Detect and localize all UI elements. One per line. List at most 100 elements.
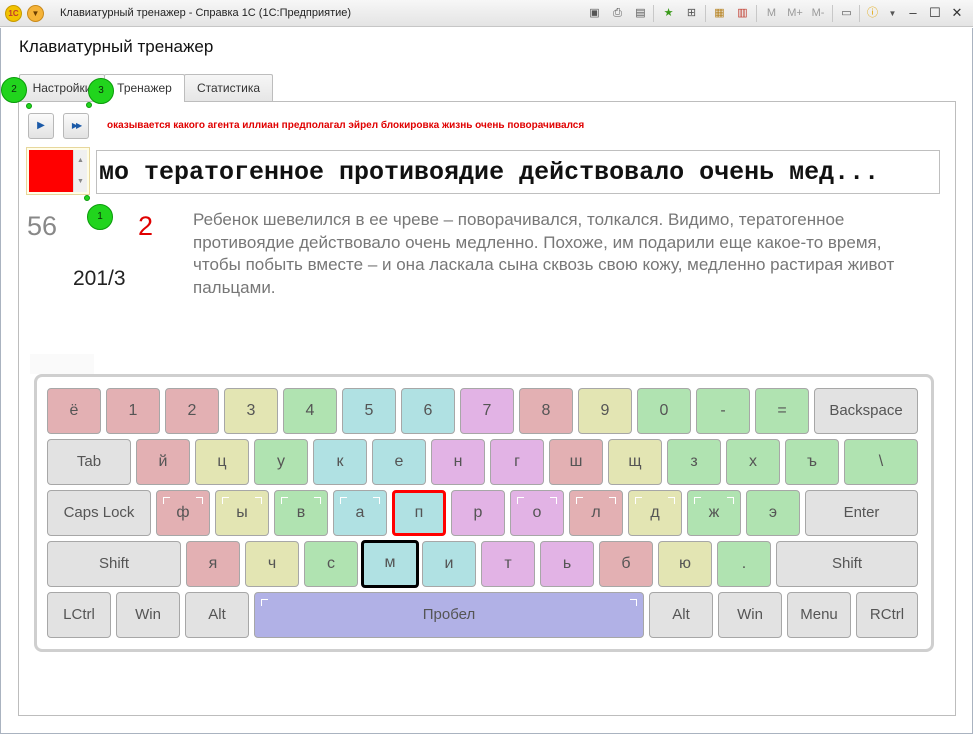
scroll-up-icon[interactable]: ▲	[74, 150, 87, 171]
print-icon[interactable]: ⎙	[609, 5, 626, 22]
key-right-shift[interactable]: Shift	[776, 541, 918, 587]
toolbar-separator	[653, 5, 654, 22]
toolbar-separator	[859, 5, 860, 22]
key-6[interactable]: 6	[401, 388, 455, 434]
speed-counter: 56	[27, 211, 58, 241]
key-ts[interactable]: ц	[195, 439, 249, 485]
key-4[interactable]: 4	[283, 388, 337, 434]
preview-icon[interactable]: ▤	[632, 5, 649, 22]
key-tab[interactable]: Tab	[47, 439, 131, 485]
key-8[interactable]: 8	[519, 388, 573, 434]
window-title: Клавиатурный тренажер - Справка 1С (1С:П…	[60, 7, 352, 19]
key-5[interactable]: 5	[342, 388, 396, 434]
key-shch[interactable]: щ	[608, 439, 662, 485]
marker-anchor-dot	[26, 103, 32, 109]
key-ye[interactable]: е	[372, 439, 426, 485]
tab-statistics[interactable]: Статистика	[184, 74, 273, 101]
key-sh[interactable]: ш	[549, 439, 603, 485]
save-icon[interactable]: ▣	[586, 5, 603, 22]
key-equals[interactable]: =	[755, 388, 809, 434]
key-y-short[interactable]: й	[136, 439, 190, 485]
marker-anchor-dot	[84, 195, 90, 201]
play-button[interactable]: ▶	[28, 113, 54, 139]
key-v[interactable]: в	[274, 490, 328, 536]
key-z[interactable]: з	[667, 439, 721, 485]
key-g[interactable]: г	[490, 439, 544, 485]
key-period[interactable]: .	[717, 541, 771, 587]
info-icon[interactable]: ⓘ	[864, 5, 881, 22]
memory-minus-button[interactable]: M-	[808, 5, 828, 22]
bookmark-icon[interactable]: ⊞	[683, 5, 700, 22]
key-n[interactable]: н	[431, 439, 485, 485]
key-f[interactable]: ф	[156, 490, 210, 536]
skip-button[interactable]: ▶▶	[63, 113, 89, 139]
main-menu-button[interactable]: ▼	[27, 5, 44, 22]
close-icon[interactable]: ✕	[947, 4, 967, 22]
key-yu[interactable]: ю	[658, 541, 712, 587]
key-b[interactable]: б	[599, 541, 653, 587]
key-a[interactable]: а	[333, 490, 387, 536]
upcoming-words: оказывается какого агента иллиан предпол…	[107, 120, 585, 131]
key-caps-lock[interactable]: Caps Lock	[47, 490, 151, 536]
key-t[interactable]: т	[481, 541, 535, 587]
key-kh[interactable]: х	[726, 439, 780, 485]
calculator-icon[interactable]: ▦	[711, 5, 728, 22]
key-1[interactable]: 1	[106, 388, 160, 434]
error-counter: 2	[138, 211, 154, 241]
keyboard: ё 1 2 3 4 5 6 7 8 9 0 - = Backspace Tab …	[34, 374, 934, 652]
key-minus[interactable]: -	[696, 388, 750, 434]
key-left-alt[interactable]: Alt	[185, 592, 249, 638]
key-0[interactable]: 0	[637, 388, 691, 434]
key-left-shift[interactable]: Shift	[47, 541, 181, 587]
key-right-ctrl[interactable]: RCtrl	[856, 592, 918, 638]
tab-trainer[interactable]: Тренажер	[104, 74, 185, 102]
key-zh[interactable]: ж	[687, 490, 741, 536]
key-right-win[interactable]: Win	[718, 592, 782, 638]
key-9[interactable]: 9	[578, 388, 632, 434]
source-paragraph: Ребенок шевелился в ее чреве – поворачив…	[193, 210, 895, 297]
key-m-pressed[interactable]: м	[361, 540, 419, 588]
restore-icon[interactable]: ☐	[925, 4, 945, 22]
key-backslash[interactable]: \	[844, 439, 918, 485]
typing-line[interactable]: мо тератогенное противоядие действовало …	[96, 150, 940, 194]
key-e[interactable]: э	[746, 490, 800, 536]
key-i[interactable]: и	[422, 541, 476, 587]
key-right-alt[interactable]: Alt	[649, 592, 713, 638]
key-p-next[interactable]: п	[392, 490, 446, 536]
key-7[interactable]: 7	[460, 388, 514, 434]
scroll-down-icon[interactable]: ▼	[74, 171, 87, 192]
memory-m-button[interactable]: M	[763, 5, 780, 22]
key-2[interactable]: 2	[165, 388, 219, 434]
key-o[interactable]: о	[510, 490, 564, 536]
key-k[interactable]: к	[313, 439, 367, 485]
page-title: Клавиатурный тренажер	[19, 37, 214, 56]
favorites-icon[interactable]: ★	[660, 5, 677, 22]
key-l[interactable]: л	[569, 490, 623, 536]
key-yo[interactable]: ё	[47, 388, 101, 434]
key-menu[interactable]: Menu	[787, 592, 851, 638]
placeholder-strip	[30, 354, 94, 374]
key-3[interactable]: 3	[224, 388, 278, 434]
panel-icon[interactable]: ▭	[838, 5, 855, 22]
color-scroll[interactable]: ▲ ▼	[73, 150, 87, 192]
memory-plus-button[interactable]: M+	[784, 5, 806, 22]
chevron-down-icon[interactable]: ▼	[884, 5, 901, 22]
key-ya[interactable]: я	[186, 541, 240, 587]
key-enter[interactable]: Enter	[805, 490, 918, 536]
key-left-ctrl[interactable]: LCtrl	[47, 592, 111, 638]
key-ch[interactable]: ч	[245, 541, 299, 587]
color-picker[interactable]: ▲ ▼	[26, 147, 90, 195]
key-u[interactable]: у	[254, 439, 308, 485]
key-d[interactable]: д	[628, 490, 682, 536]
key-y[interactable]: ы	[215, 490, 269, 536]
marker-anchor-dot	[86, 102, 92, 108]
key-soft-sign[interactable]: ь	[540, 541, 594, 587]
key-r[interactable]: р	[451, 490, 505, 536]
key-backspace[interactable]: Backspace	[814, 388, 918, 434]
key-s[interactable]: с	[304, 541, 358, 587]
key-left-win[interactable]: Win	[116, 592, 180, 638]
calendar-icon[interactable]: ▥	[734, 5, 751, 22]
key-space[interactable]: Пробел	[254, 592, 644, 638]
minimize-icon[interactable]: –	[903, 4, 923, 22]
key-hard-sign[interactable]: ъ	[785, 439, 839, 485]
